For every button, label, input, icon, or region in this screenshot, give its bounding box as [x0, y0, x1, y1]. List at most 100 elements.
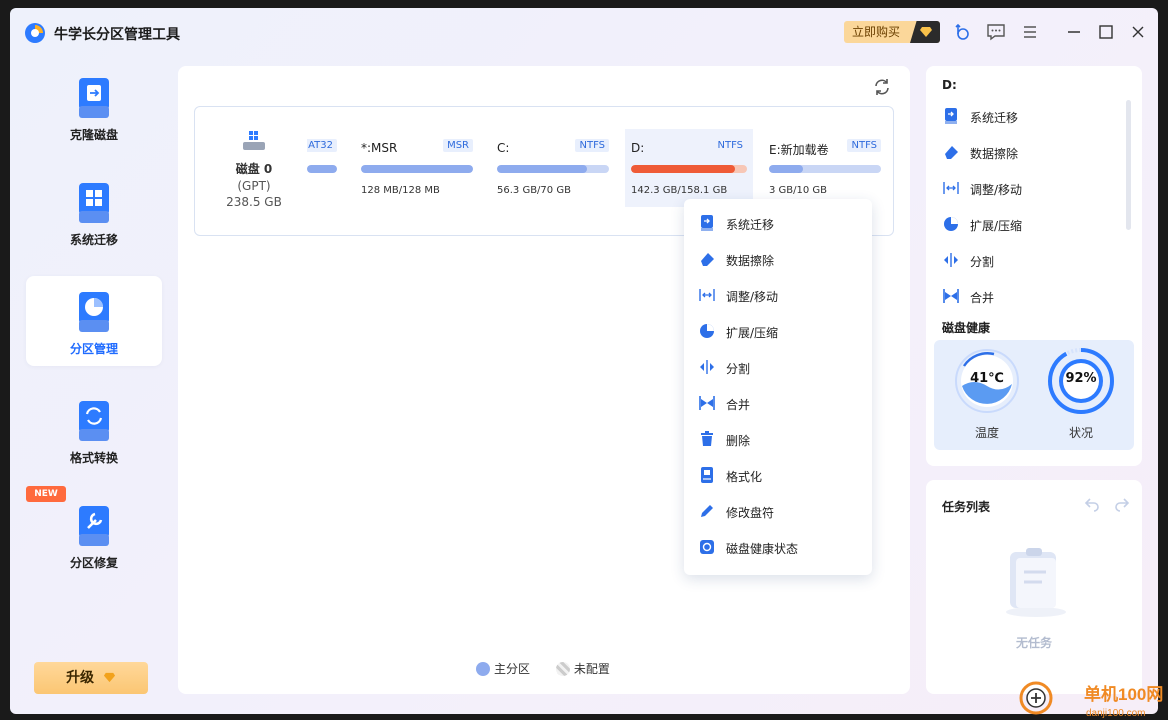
- menu-item-data-wipe[interactable]: 数据擦除: [684, 241, 872, 277]
- partition-label: D:: [631, 141, 645, 155]
- sidebar-item-format-convert[interactable]: 格式转换: [26, 385, 162, 475]
- menu-item-disk-health[interactable]: 磁盘健康状态: [684, 529, 872, 565]
- menu-item-label: 合并: [726, 398, 751, 412]
- partition-label: *:MSR: [361, 141, 398, 155]
- system-migration-icon: [701, 215, 713, 231]
- diamond-icon: [103, 672, 116, 683]
- partition-type: NTFS: [847, 139, 881, 152]
- partition-usage-bar: [769, 165, 803, 173]
- partition-type: NTFS: [717, 140, 743, 151]
- menu-item-format[interactable]: 格式化: [684, 457, 872, 493]
- disk-name: 磁盘 0: [235, 162, 273, 176]
- format-convert-icon: [79, 401, 109, 441]
- close-icon[interactable]: [1128, 22, 1148, 42]
- app-title: 牛学长分区管理工具: [54, 27, 180, 43]
- action-label: 系统迁移: [970, 111, 1019, 125]
- resize-icon: [943, 182, 959, 194]
- menu-item-resize-move[interactable]: 调整/移动: [684, 277, 872, 313]
- legend-primary: 主分区: [476, 660, 530, 677]
- empty-clipboard-icon: [1006, 548, 1066, 617]
- feedback-icon[interactable]: [986, 22, 1006, 42]
- action-label: 扩展/压缩: [970, 219, 1023, 233]
- legend-unallocated: 未配置: [555, 660, 610, 677]
- partition-e[interactable]: E:新加载卷 NTFS 3 GB/10 GB: [763, 129, 887, 207]
- partition-c[interactable]: C: NTFS 56.3 GB/70 GB: [491, 129, 615, 207]
- partition-label: E:新加载卷: [769, 143, 829, 157]
- partition-usage: 128 MB/128 MB: [361, 185, 440, 196]
- sidebar-item-partition-management[interactable]: 分区管理: [26, 276, 162, 366]
- menu-item-label: 删除: [726, 434, 751, 448]
- task-list-panel: 任务列表 无任务: [926, 480, 1142, 694]
- partition-fat32[interactable]: AT32: [307, 129, 337, 207]
- sidebar-item-label: 分区修复: [69, 556, 118, 570]
- merge-icon: [943, 289, 959, 303]
- merge-icon: [699, 396, 715, 410]
- menu-item-change-letter[interactable]: 修改盘符: [684, 493, 872, 529]
- upgrade-button[interactable]: 升级: [34, 662, 148, 694]
- partition-pie-icon: [79, 292, 109, 332]
- sidebar-item-label: 分区管理: [69, 342, 118, 356]
- partition-context-menu: 系统迁移 数据擦除 调整/移动 扩展/压缩 分割 合并 删除 格式化 修改盘符 …: [684, 199, 872, 575]
- sidebar-item-partition-repair[interactable]: 分区修复: [26, 490, 162, 580]
- disk-type: (GPT): [237, 179, 271, 193]
- operations-panel: D: 系统迁移 数据擦除 调整/移动 扩展/压缩 分割 合并 磁盘健康 41℃ …: [926, 66, 1142, 466]
- disk-health-title: 磁盘健康: [942, 321, 991, 335]
- maximize-icon[interactable]: [1096, 22, 1116, 42]
- refresh-icon[interactable]: [872, 77, 892, 97]
- menu-item-merge[interactable]: 合并: [684, 385, 872, 421]
- menu-item-label: 调整/移动: [726, 290, 779, 304]
- selected-partition-title: D:: [942, 78, 957, 92]
- system-migration-icon: [79, 183, 109, 223]
- sidebar-item-label: 格式转换: [69, 451, 118, 465]
- user-touch-icon[interactable]: [952, 22, 972, 42]
- temperature-value: 41℃: [970, 371, 1004, 386]
- menu-icon[interactable]: [1020, 22, 1040, 42]
- legend: 主分区 未配置: [476, 660, 632, 677]
- action-label: 分割: [970, 255, 995, 269]
- disk-info: 磁盘 0 (GPT) 238.5 GB: [195, 131, 313, 209]
- partition-type: MSR: [443, 139, 473, 152]
- disk-drive-icon: [243, 131, 265, 150]
- partition-msr[interactable]: *:MSR MSR 128 MB/128 MB: [355, 129, 479, 207]
- partition-type: NTFS: [575, 139, 609, 152]
- disk-health-box: 41℃ 温度 92% 状况: [934, 340, 1134, 450]
- sidebar-item-clone-disk[interactable]: 克隆磁盘: [26, 62, 162, 152]
- menu-item-label: 修改盘符: [726, 506, 775, 520]
- watermark-text: 单机100网: [1084, 684, 1163, 704]
- sidebar: 克隆磁盘 系统迁移 分区管理 格式转换 NEW 分区修复 升级: [10, 56, 176, 714]
- extend-shrink-icon: [700, 324, 714, 338]
- menu-item-label: 分割: [726, 362, 751, 376]
- partition-usage-bar: [631, 165, 736, 173]
- action-label: 合并: [970, 291, 995, 305]
- menu-item-system-migration[interactable]: 系统迁移: [684, 205, 872, 241]
- resize-icon: [699, 289, 715, 301]
- partition-usage-bar: [497, 165, 587, 173]
- status-label: 状况: [1068, 426, 1093, 440]
- sidebar-item-system-migration[interactable]: 系统迁移: [26, 167, 162, 257]
- partition-d[interactable]: D: NTFS 142.3 GB/158.1 GB: [625, 129, 753, 207]
- sidebar-item-label: 系统迁移: [69, 233, 118, 247]
- menu-item-split[interactable]: 分割: [684, 349, 872, 385]
- eraser-icon: [701, 253, 714, 266]
- status-value: 92%: [1065, 371, 1097, 386]
- app-window: 牛学长分区管理工具 立即购买 克隆磁盘 系统迁移 分区管理 格式转换 NEW 分…: [10, 8, 1158, 714]
- partition-usage: 56.3 GB/70 GB: [497, 185, 571, 196]
- split-icon: [944, 253, 958, 267]
- system-migration-icon: [945, 108, 957, 124]
- partition-type: AT32: [307, 139, 337, 152]
- buy-now-button[interactable]: 立即购买: [844, 21, 940, 43]
- watermark-url: danji100.com: [1086, 708, 1145, 719]
- format-icon: [701, 467, 713, 483]
- pencil-icon: [701, 505, 713, 517]
- redo-icon[interactable]: [1114, 496, 1130, 512]
- diamond-icon: [920, 27, 932, 37]
- scrollbar[interactable]: [1126, 100, 1131, 230]
- minimize-icon[interactable]: [1064, 22, 1084, 42]
- partition-usage-bar: [361, 165, 473, 173]
- menu-item-label: 系统迁移: [726, 218, 775, 232]
- menu-item-delete[interactable]: 删除: [684, 421, 872, 457]
- menu-item-extend-shrink[interactable]: 扩展/压缩: [684, 313, 872, 349]
- partition-label: C:: [497, 141, 510, 155]
- undo-icon[interactable]: [1084, 496, 1100, 512]
- split-icon: [700, 360, 714, 374]
